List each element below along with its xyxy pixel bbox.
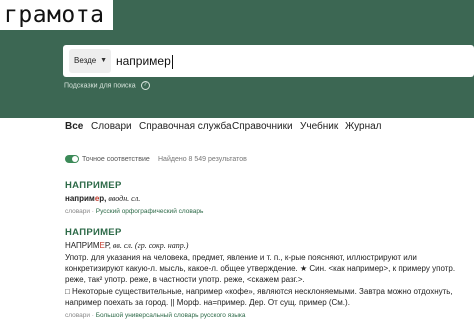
source-link[interactable]: Русский орфографический словарь — [96, 208, 204, 215]
tab-all[interactable]: Все — [65, 120, 83, 134]
entry-headword-line: например, вводн. сл. — [65, 194, 140, 204]
definition-line: Употр. для указания на человека, предмет… — [65, 253, 417, 262]
site-header: грамота Везде ▼ например Подсказки для п… — [0, 0, 474, 118]
tab-reference-books[interactable]: Справочники — [232, 120, 293, 134]
exact-match-label: Точное соответствие — [82, 156, 150, 163]
results-count: Найдено 8 549 результатов — [158, 156, 247, 163]
grammar-note: вв. сл. (гр. сокр. напр.) — [110, 241, 189, 250]
search-scope-label: Везде — [74, 56, 97, 65]
entry-title[interactable]: НАПРИМЕР — [65, 180, 122, 191]
tab-journal[interactable]: Журнал — [345, 120, 382, 134]
search-hints-label: Подсказки для поиска — [64, 82, 136, 90]
site-logo[interactable]: грамота — [0, 0, 113, 30]
source-link[interactable]: Большой универсальный словарь русского я… — [96, 312, 246, 319]
definition-line: конкретизируют какую-л. мысль, какое-л. … — [65, 264, 456, 273]
search-hints-link[interactable]: Подсказки для поиска ? — [64, 81, 150, 91]
definition-line: □ Некоторые существительные, например «к… — [65, 287, 453, 296]
tab-textbook[interactable]: Учебник — [300, 120, 338, 134]
tab-dictionaries[interactable]: Словари — [91, 120, 132, 134]
headword-part: НАПРИМ — [65, 241, 100, 250]
grammar-note: вводн. сл. — [106, 194, 141, 203]
search-scope-dropdown[interactable]: Везде ▼ — [69, 49, 111, 73]
entry-headword-line: НАПРИМЕР, вв. сл. (гр. сокр. напр.) — [65, 241, 188, 251]
exact-match-toggle[interactable] — [65, 155, 79, 163]
question-icon: ? — [140, 81, 150, 90]
definition-line: реже, так² употр. реже, в частности упот… — [65, 275, 305, 284]
entry-source: словари · Большой универсальный словарь … — [65, 312, 246, 319]
toggle-knob — [72, 156, 78, 162]
search-bar: Везде ▼ например — [63, 45, 474, 77]
chevron-down-icon: ▼ — [100, 57, 107, 64]
search-query-text: например — [116, 54, 171, 68]
entry-source: словари · Русский орфографический словар… — [65, 208, 204, 215]
headword-part: наприм — [65, 194, 95, 203]
text-caret — [171, 54, 173, 69]
tab-help-desk[interactable]: Справочная служба — [139, 120, 232, 134]
source-prefix: словари — [65, 208, 90, 215]
source-prefix: словари — [65, 312, 90, 319]
entry-title[interactable]: НАПРИМЕР — [65, 227, 122, 238]
search-input[interactable]: например — [116, 45, 173, 77]
definition-line: например поехать за город. || Морф. на=п… — [65, 298, 350, 307]
